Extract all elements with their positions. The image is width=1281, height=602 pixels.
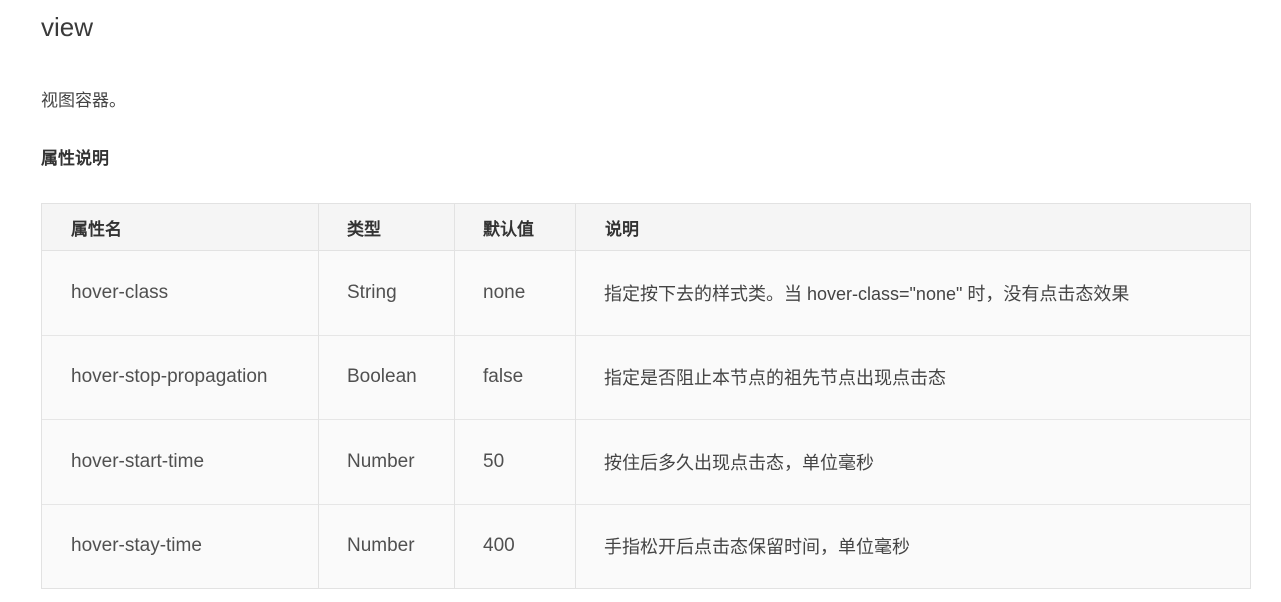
cell-type: String: [318, 250, 455, 335]
cell-type: Number: [318, 419, 455, 504]
table-header-row: 属性名 类型 默认值 说明: [41, 203, 1251, 251]
cell-description: 按住后多久出现点击态，单位毫秒: [575, 419, 1251, 504]
cell-default: none: [454, 250, 576, 335]
page-title: view: [41, 12, 94, 42]
cell-type: Number: [318, 503, 455, 589]
header-attr-name: 属性名: [41, 203, 319, 251]
cell-description: 手指松开后点击态保留时间，单位毫秒: [575, 503, 1251, 589]
cell-description: 指定是否阻止本节点的祖先节点出现点击态: [575, 334, 1251, 420]
header-default: 默认值: [454, 203, 576, 251]
cell-default: false: [454, 334, 576, 420]
section-title: 属性说明: [41, 149, 109, 168]
page-description: 视图容器。: [41, 91, 126, 110]
cell-attr-name: hover-stay-time: [41, 503, 319, 589]
table-row: hover-start-time Number 50 按住后多久出现点击态，单位…: [41, 419, 1251, 504]
cell-description: 指定按下去的样式类。当 hover-class="none" 时，没有点击态效果: [575, 250, 1251, 335]
attributes-table: 属性名 类型 默认值 说明 hover-class String none 指定…: [41, 203, 1251, 589]
cell-attr-name: hover-start-time: [41, 419, 319, 504]
table-row: hover-stay-time Number 400 手指松开后点击态保留时间，…: [41, 503, 1251, 589]
cell-attr-name: hover-stop-propagation: [41, 334, 319, 420]
cell-type: Boolean: [318, 334, 455, 420]
header-description: 说明: [575, 203, 1251, 251]
cell-attr-name: hover-class: [41, 250, 319, 335]
cell-default: 50: [454, 419, 576, 504]
table-row: hover-class String none 指定按下去的样式类。当 hove…: [41, 250, 1251, 335]
table-row: hover-stop-propagation Boolean false 指定是…: [41, 334, 1251, 420]
cell-default: 400: [454, 503, 576, 589]
header-type: 类型: [318, 203, 455, 251]
attributes-table-container: 属性名 类型 默认值 说明 hover-class String none 指定…: [41, 203, 1251, 589]
